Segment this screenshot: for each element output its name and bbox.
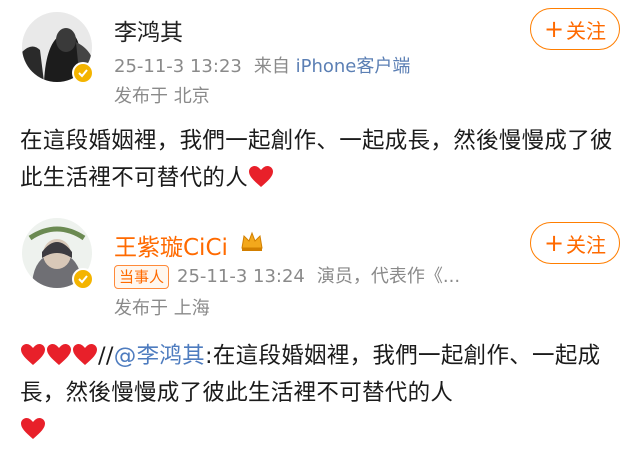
heart-icon [73,344,97,365]
post-meta: 当事人 25-11-3 13:24 演员，代表作《... [114,262,460,289]
location: 发布于 北京 [114,86,210,107]
timestamp: 25-11-3 13:24 [177,266,305,287]
author-name[interactable]: 李鸿其 [114,13,183,47]
bio: 演员，代表作《... [316,266,461,287]
post-meta: 25-11-3 13:23 来自 iPhone客户端 [114,52,410,78]
post-content: 在這段婚姻裡，我們一起創作、一起成長，然後慢慢成了彼此生活裡不可替代的人 [20,123,620,197]
post-content: //@李鸿其:在這段婚姻裡，我們一起創作、一起成長，然後慢慢成了彼此生活裡不可替… [20,338,620,449]
location: 发布于 上海 [114,298,210,319]
follow-label: 关注 [566,18,607,43]
plus-icon: + [543,229,565,257]
heart-icon [47,344,71,365]
avatar[interactable] [22,12,94,84]
follow-label: 关注 [566,232,607,257]
timestamp: 25-11-3 13:23 [114,56,242,77]
crown-icon [241,231,263,251]
verified-icon [72,62,94,84]
source-link[interactable]: iPhone客户端 [296,56,411,77]
content-text: 在這段婚姻裡，我們一起創作、一起成長，然後慢慢成了彼此生活裡不可替代的人 [20,128,613,191]
verified-icon [72,268,94,290]
mention-link[interactable]: @李鸿其 [114,343,205,369]
follow-button[interactable]: + 关注 [530,8,620,50]
plus-icon: + [543,15,565,43]
avatar[interactable] [22,218,94,290]
post-1: 李鸿其 25-11-3 13:23 来自 iPhone客户端 发布于 北京 + 关注… [0,0,640,210]
author-name[interactable]: 王紫璇CiCi [114,228,228,262]
heart-icon [21,418,45,439]
source-prefix: 来自 [253,56,290,77]
heart-icon [21,344,45,365]
follow-button[interactable]: + 关注 [530,222,620,264]
status-badge: 当事人 [114,265,170,289]
repost-separator: // [98,343,114,369]
heart-icon [249,166,274,187]
post-2: 王紫璇CiCi 当事人 25-11-3 13:24 演员，代表作《... 发布于 上… [0,204,640,448]
